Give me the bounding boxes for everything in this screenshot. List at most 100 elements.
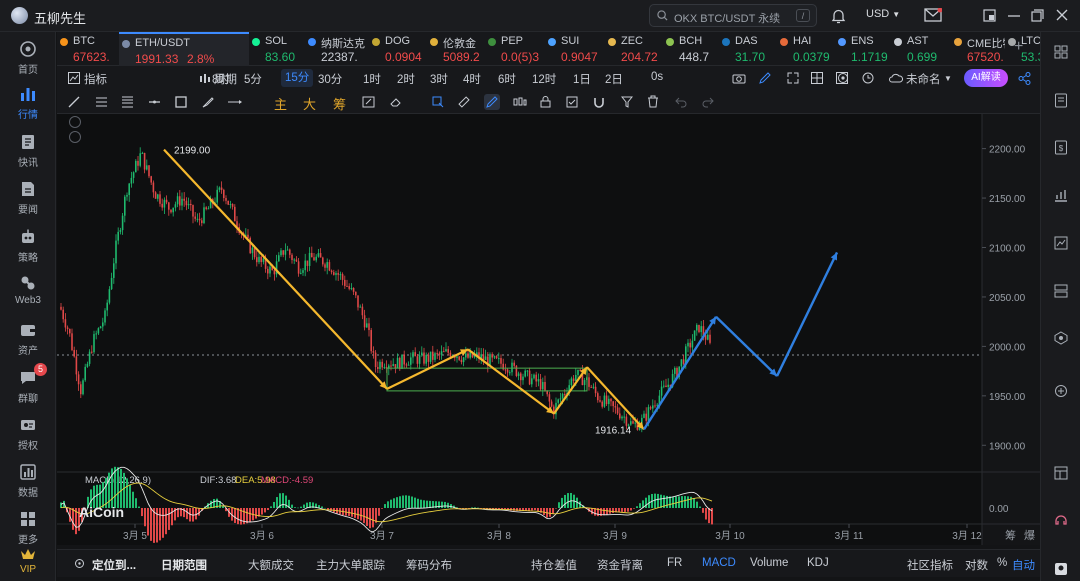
ruler-icon[interactable] xyxy=(458,96,470,108)
sidebar-item-home[interactable]: 首页 xyxy=(0,40,56,76)
sidebar-item-authorize[interactable]: 授权 xyxy=(0,416,56,452)
replace-icon[interactable] xyxy=(362,96,375,108)
ticker-item[interactable]: 伦敦金 5089.2 xyxy=(427,32,485,66)
layout-name-select[interactable]: 未命名 xyxy=(906,71,941,87)
sidebar-item-strategy[interactable]: 策略 xyxy=(0,228,56,264)
ticker-item[interactable]: HAI 0.0379 xyxy=(777,32,835,66)
lock-icon[interactable] xyxy=(540,95,551,108)
percent-scale-toggle[interactable]: % xyxy=(997,557,1007,569)
candles-icon[interactable] xyxy=(513,96,527,108)
parallel-lines-icon[interactable] xyxy=(95,96,108,108)
interval-button[interactable]: 12时 xyxy=(532,71,556,87)
fib-lines-icon[interactable] xyxy=(121,96,134,108)
ticker-item[interactable]: ETH/USDT 1991.33 2.8% xyxy=(119,32,249,66)
interval-button[interactable]: 1时 xyxy=(363,71,381,87)
close-icon[interactable] xyxy=(1056,9,1068,21)
gear-icon[interactable] xyxy=(837,72,849,84)
sync-icon[interactable] xyxy=(1054,384,1068,398)
big-chip-button[interactable]: 大 xyxy=(303,94,316,113)
date-range-button[interactable]: 日期范围 xyxy=(161,557,207,573)
interval-button[interactable]: 0s xyxy=(651,71,663,83)
sidebar-item-vip[interactable]: VIP xyxy=(0,547,56,575)
large-trades-button[interactable]: 大额成交 xyxy=(248,557,294,573)
user-icon[interactable] xyxy=(1054,562,1068,576)
sidebar-item-news-flash[interactable]: 快讯 xyxy=(0,133,56,169)
auto-scale-toggle[interactable]: 自动 xyxy=(1012,557,1035,573)
restore-icon[interactable] xyxy=(1031,9,1044,22)
ticker-item[interactable]: PEP 0.0(5)3 xyxy=(485,32,545,66)
sidebar-item-assets[interactable]: 资产 xyxy=(0,321,56,357)
ticker-item[interactable]: DOG 0.0904 xyxy=(369,32,427,66)
sidebar-item-data[interactable]: 数据 xyxy=(0,463,56,499)
eraser-icon[interactable] xyxy=(390,96,402,108)
order-book-icon[interactable]: $ xyxy=(1054,140,1068,155)
rectangle-icon[interactable] xyxy=(175,96,187,108)
volume-button[interactable]: Volume xyxy=(750,557,788,569)
cloud-icon[interactable] xyxy=(889,73,903,83)
capital-divergence-button[interactable]: 资金背离 xyxy=(597,557,643,573)
indicator-button[interactable]: 指标 xyxy=(84,71,107,87)
community-indicators-button[interactable]: 社区指标 xyxy=(907,557,953,573)
grid-layout-icon[interactable] xyxy=(1054,45,1068,59)
ticker-item[interactable]: AST 0.699 xyxy=(891,32,951,66)
draw-pen-icon[interactable] xyxy=(759,72,771,84)
trend-line-icon[interactable] xyxy=(68,96,80,108)
undo-icon[interactable] xyxy=(675,96,687,108)
bell-icon[interactable] xyxy=(831,8,846,24)
sidebar-item-more[interactable]: 更多 xyxy=(0,510,56,546)
ticker-item[interactable]: CME比特67520. xyxy=(951,32,1005,66)
interval-button[interactable]: 2时 xyxy=(397,71,415,87)
interval-button[interactable]: 6时 xyxy=(498,71,516,87)
ticker-item[interactable]: ZEC 204.72 xyxy=(605,32,663,66)
log-scale-toggle[interactable]: 对数 xyxy=(965,557,988,573)
sidebar-item-web3[interactable]: Web3 xyxy=(0,274,56,306)
layout-icon[interactable] xyxy=(811,72,823,84)
whale-orders-button[interactable]: 主力大单跟踪 xyxy=(316,557,385,573)
ticker-item[interactable]: 纳斯达克 22387. xyxy=(305,32,369,66)
open-interest-diff-button[interactable]: 持仓差值 xyxy=(531,557,577,573)
crosshair-cursor-icon[interactable] xyxy=(432,96,444,108)
currency-select[interactable]: USD ▼ xyxy=(866,8,900,20)
ticker-item[interactable]: DAS 31.70 xyxy=(719,32,777,66)
interval-button[interactable]: 8时 xyxy=(212,71,230,87)
ticker-item[interactable]: SUI 0.9047 xyxy=(545,32,605,66)
ticker-item[interactable]: SOL 83.60 xyxy=(249,32,305,66)
clock-icon[interactable] xyxy=(862,72,874,84)
price-chart[interactable]: 2200.00 2150.00 2100.00 2050.00 2000.00 1950.… xyxy=(57,114,1040,545)
bookmark-icon[interactable] xyxy=(566,96,578,108)
interval-button[interactable]: 4时 xyxy=(463,71,481,87)
magnet-icon[interactable] xyxy=(593,96,605,108)
brush-icon[interactable] xyxy=(202,96,214,108)
kdj-button[interactable]: KDJ xyxy=(807,557,829,569)
interval-button[interactable]: 30分 xyxy=(318,71,342,87)
interval-button[interactable]: 5分 xyxy=(244,71,262,87)
support-icon[interactable] xyxy=(1054,513,1068,528)
ai-interpret-button[interactable]: AI解读 xyxy=(964,69,1008,87)
ticker-item[interactable]: ENS 1.1719 xyxy=(835,32,891,66)
sidebar-item-market[interactable]: 行情 xyxy=(0,85,56,121)
add-ticker-button[interactable]: + xyxy=(1014,38,1023,56)
chip-distribution-button[interactable]: 筹码分布 xyxy=(406,557,452,573)
pip-window-icon[interactable] xyxy=(983,9,996,22)
ticker-item[interactable]: BCH 448.7 xyxy=(663,32,719,66)
mail-icon[interactable] xyxy=(924,8,942,23)
minimize-icon[interactable] xyxy=(1008,15,1020,17)
macd-button[interactable]: MACD xyxy=(702,557,736,569)
share-icon[interactable] xyxy=(1018,72,1031,85)
sidebar-item-chat[interactable]: 群聊 5 xyxy=(0,363,56,405)
interval-button[interactable]: 3时 xyxy=(430,71,448,87)
filter-icon[interactable] xyxy=(621,96,633,108)
document-icon[interactable] xyxy=(1054,93,1068,108)
pen-tool-icon[interactable] xyxy=(484,94,500,110)
search-input[interactable]: OKX BTC/USDT 永续 / xyxy=(649,4,817,27)
depth-icon[interactable] xyxy=(1054,331,1068,345)
funding-rate-button[interactable]: FR xyxy=(667,557,682,569)
measure-icon[interactable] xyxy=(227,96,243,108)
horizontal-line-icon[interactable] xyxy=(148,96,161,108)
chip-distribution-button[interactable]: 筹 xyxy=(333,94,346,113)
locate-to-button[interactable]: 定位到... xyxy=(92,557,136,573)
interval-button[interactable]: 1日 xyxy=(573,71,591,87)
expand-icon[interactable] xyxy=(787,72,799,84)
sidebar-item-headlines[interactable]: 要闻 xyxy=(0,180,56,216)
camera-icon[interactable] xyxy=(732,72,746,84)
